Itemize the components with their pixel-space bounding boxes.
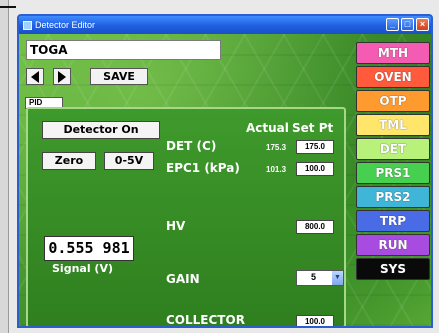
right-arrow-icon: [58, 70, 66, 83]
pointer-line: [0, 6, 16, 8]
menu-button-run[interactable]: RUN: [356, 234, 430, 256]
epc1-actual: 101.3: [266, 165, 287, 174]
next-button[interactable]: [53, 68, 71, 85]
maximize-icon[interactable]: □: [401, 18, 414, 31]
window-controls: _ □ ×: [386, 18, 429, 31]
side-menu: MTH OVEN OTP TML DET PRS1 PRS2 TRP RUN S…: [356, 42, 431, 282]
det-setpoint-input[interactable]: 175.0: [296, 140, 334, 154]
det-actual: 175.3: [266, 143, 287, 152]
menu-button-prs1[interactable]: PRS1: [356, 162, 430, 184]
previous-button[interactable]: [26, 68, 44, 85]
hv-setpoint-input[interactable]: 800.0: [296, 220, 334, 234]
detector-editor-window: Detector Editor _ □ × TOGA SAVE PID Dete…: [17, 14, 433, 328]
gain-label: GAIN: [166, 272, 200, 286]
app-icon: [23, 20, 32, 30]
epc1-setpoint-input[interactable]: 100.0: [296, 162, 334, 176]
detector-on-button[interactable]: Detector On: [42, 121, 160, 139]
signal-label: Signal (V): [52, 262, 113, 275]
menu-button-prs2[interactable]: PRS2: [356, 186, 430, 208]
hv-label: HV: [166, 219, 186, 233]
signal-value: 0.555 981: [44, 236, 134, 261]
det-label: DET (C): [166, 139, 217, 153]
window-title: Detector Editor: [35, 20, 96, 30]
menu-button-trp[interactable]: TRP: [356, 210, 430, 232]
chevron-down-icon[interactable]: ▼: [332, 271, 343, 285]
save-button[interactable]: SAVE: [90, 68, 148, 85]
menu-button-otp[interactable]: OTP: [356, 90, 430, 112]
title-bar[interactable]: Detector Editor _ □ ×: [19, 16, 431, 34]
zero-button[interactable]: Zero: [42, 152, 96, 170]
detector-panel: Detector On Zero 0-5V Actual Set Pt DET …: [26, 107, 346, 327]
minimize-icon[interactable]: _: [386, 18, 399, 31]
left-arrow-icon: [31, 70, 39, 83]
actual-header: Actual: [246, 121, 289, 135]
collector-setpoint-input[interactable]: 100.0: [296, 315, 334, 326]
method-name-field[interactable]: TOGA: [26, 40, 221, 60]
close-icon[interactable]: ×: [416, 18, 429, 31]
menu-button-mth[interactable]: MTH: [356, 42, 430, 64]
menu-button-sys[interactable]: SYS: [356, 258, 430, 280]
gain-value: 5: [311, 272, 317, 282]
menu-button-det[interactable]: DET: [356, 138, 430, 160]
collector-label: COLLECTOR: [166, 313, 245, 327]
menu-button-tml[interactable]: TML: [356, 114, 430, 136]
gain-select[interactable]: 5 ▼: [296, 270, 344, 286]
epc1-label: EPC1 (kPa): [166, 161, 240, 175]
range-button[interactable]: 0-5V: [104, 152, 154, 170]
setpoint-header: Set Pt: [292, 121, 334, 135]
menu-button-oven[interactable]: OVEN: [356, 66, 430, 88]
